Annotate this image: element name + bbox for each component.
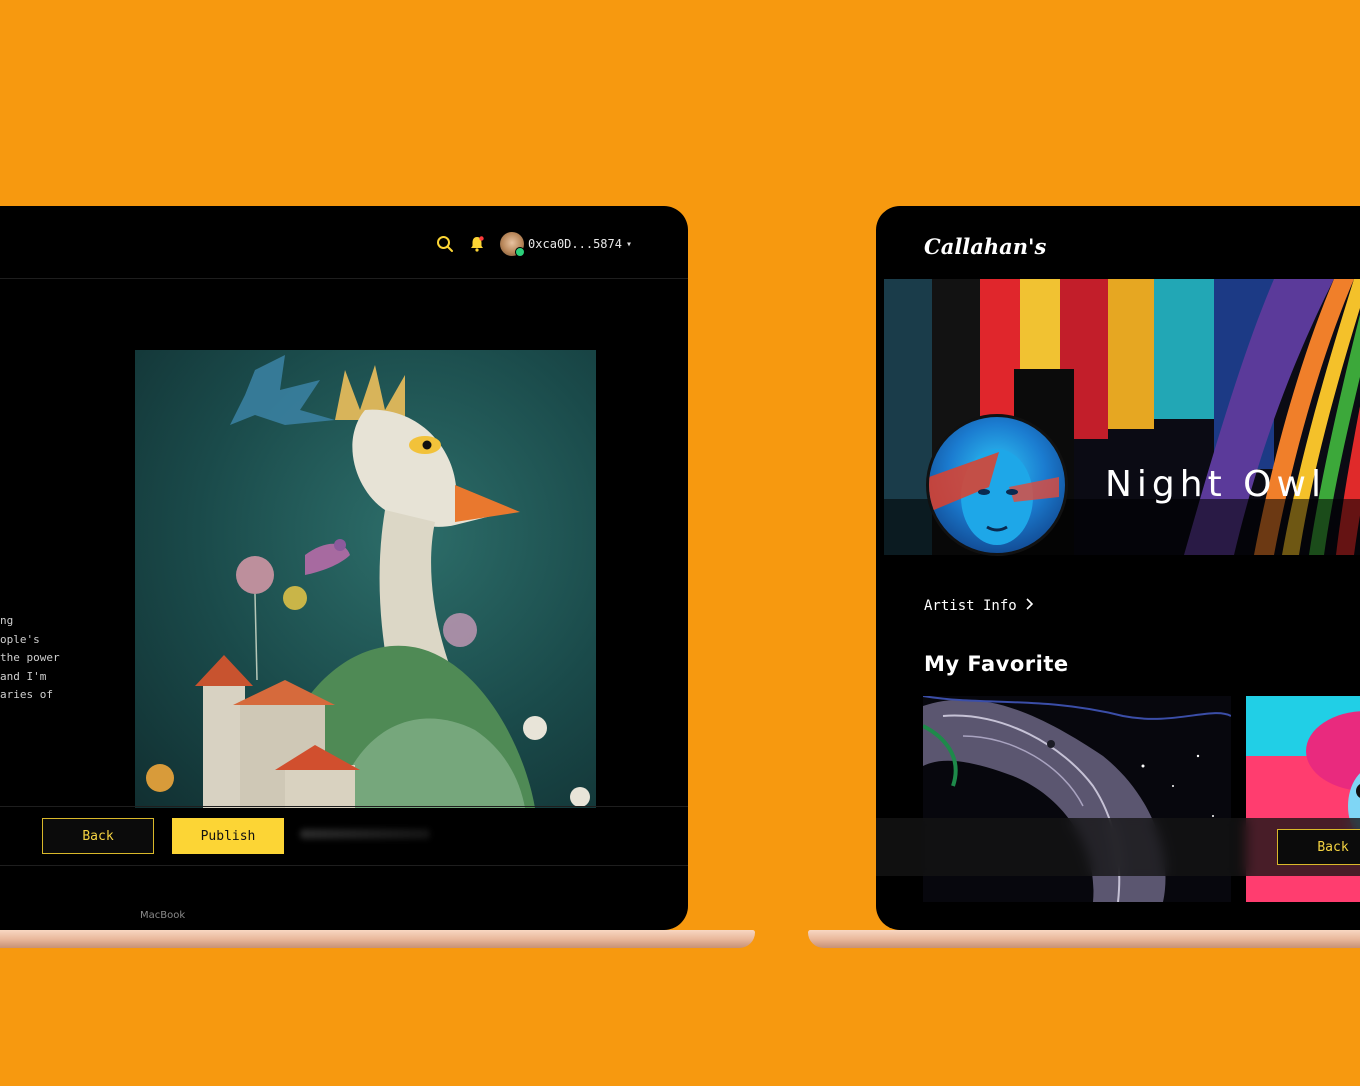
online-status-dot (515, 247, 526, 257)
description-line: aries of (0, 688, 53, 701)
left-laptop-screen: 0xca0D...5874 ▾ ng ople's the power and I'm… (0, 206, 688, 930)
artist-info-link[interactable]: Artist Info (924, 598, 1034, 614)
back-button[interactable]: Back (42, 818, 154, 854)
action-bar: Back Publish (0, 806, 688, 866)
artist-portrait (929, 449, 1059, 545)
description-line: ople's (0, 632, 40, 646)
artwork-preview (135, 350, 596, 808)
section-title: My Favorite (924, 652, 1069, 676)
avatar (500, 232, 526, 257)
left-laptop-base (0, 930, 755, 948)
description-line: ng (0, 614, 14, 627)
artist-avatar[interactable] (926, 414, 1068, 556)
publish-button[interactable]: Publish (172, 818, 284, 854)
chevron-right-icon (1025, 598, 1034, 614)
action-bar: Back (876, 818, 1360, 876)
device-label: MacBook (140, 910, 186, 921)
app-logo[interactable]: Callahan's (924, 234, 1046, 259)
chevron-down-icon: ▾ (625, 238, 632, 250)
artwork-goose-illustration (146, 355, 590, 808)
wallet-address: 0xca0D...5874 (528, 237, 622, 251)
bell-icon[interactable] (468, 235, 486, 253)
artist-info-label: Artist Info (924, 598, 1017, 614)
blurred-status-text (300, 829, 430, 839)
description-line: and I'm (0, 669, 47, 683)
description-line: the power (0, 651, 60, 664)
artist-name: Night Owl (1105, 464, 1326, 505)
right-laptop-screen: Callahan's Night Owl Artist Info My Favo… (876, 206, 1360, 930)
artwork-description: ng ople's the power and I'm aries of (0, 612, 80, 705)
back-button[interactable]: Back (1277, 829, 1360, 865)
wallet-menu[interactable]: 0xca0D...5874 ▾ (500, 232, 632, 257)
top-actions: 0xca0D...5874 ▾ (436, 232, 632, 257)
right-laptop-base (808, 930, 1360, 948)
search-icon[interactable] (436, 235, 454, 253)
top-navigation-bar: 0xca0D...5874 ▾ (0, 206, 688, 279)
